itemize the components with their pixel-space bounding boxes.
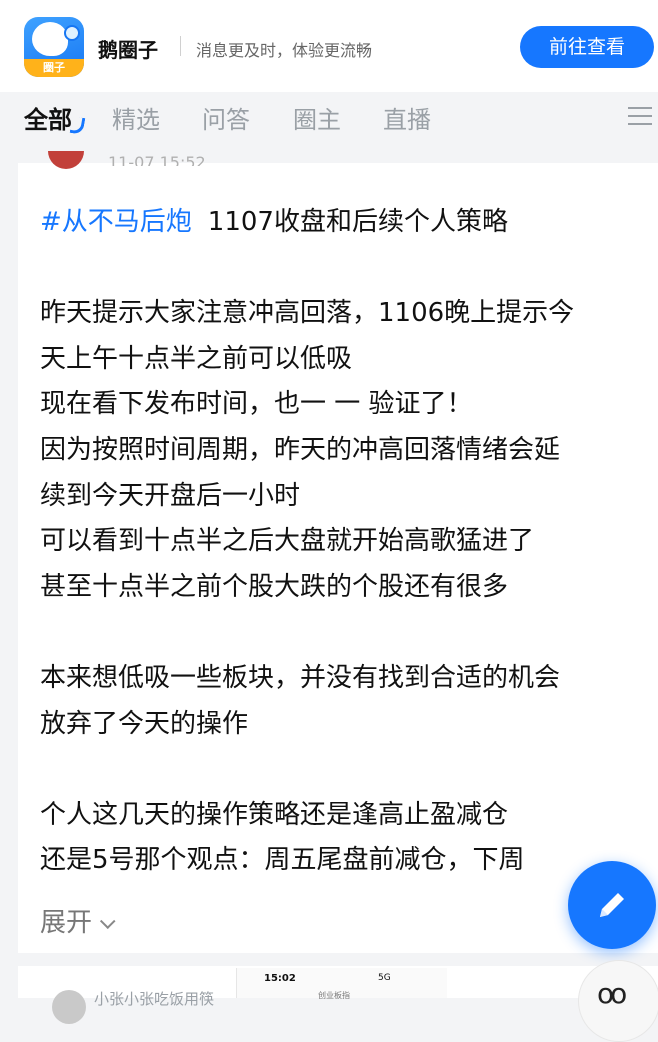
post-timestamp: 11-07 15:52 bbox=[108, 153, 206, 166]
next-author-name[interactable]: 小张小张吃饭用筷 bbox=[94, 988, 214, 1009]
pencil-icon bbox=[600, 893, 624, 917]
divider bbox=[180, 36, 181, 56]
post-title-line: #从不马后炮 1107收盘和后续个人策略 bbox=[40, 200, 650, 246]
expand-button[interactable]: 展开 bbox=[40, 902, 116, 939]
comment-button[interactable]: oo bbox=[578, 960, 658, 1042]
app-name: 鹅圈子 bbox=[98, 38, 158, 62]
post-line: 甚至十点半之前个股大跌的个股还有很多 bbox=[40, 571, 509, 602]
open-app-button[interactable]: 前往查看 bbox=[520, 26, 654, 68]
post-line: 放弃了今天的操作 bbox=[40, 708, 249, 739]
tab-live[interactable]: 直播 bbox=[383, 100, 431, 135]
app-logo-tag: 圈子 bbox=[24, 59, 84, 77]
app-logo-icon[interactable]: 圈子 bbox=[24, 17, 84, 77]
post-line: 续到今天开盘后一小时 bbox=[40, 480, 301, 511]
compose-button[interactable] bbox=[568, 861, 656, 949]
hashtag-link[interactable]: #从不马后炮 bbox=[40, 207, 192, 237]
post-line: 个人这几天的操作策略还是逢高止盈减仓 bbox=[40, 799, 509, 830]
app-slogan: 消息更及时，体验更流畅 bbox=[196, 41, 373, 60]
thumb-app-title: 创业板指 bbox=[318, 991, 350, 1000]
post-line: 可以看到十点半之后大盘就开始高歌猛进了 bbox=[40, 526, 535, 557]
next-author-avatar[interactable] bbox=[52, 990, 86, 1024]
post-line: 本来想低吸一些板块，并没有找到合适的机会 bbox=[40, 662, 561, 693]
post-line: 昨天提示大家注意冲高回落，1106晚上提示今 bbox=[40, 298, 575, 329]
thumb-status: 5G bbox=[378, 973, 391, 983]
post-title: 1107收盘和后续个人策略 bbox=[207, 207, 508, 237]
post-line: 因为按照时间周期，昨天的冲高回落情绪会延 bbox=[40, 434, 561, 465]
thumb-time: 15:02 bbox=[264, 973, 296, 984]
tab-all[interactable]: 全部 bbox=[24, 100, 72, 135]
post-content: #从不马后炮 1107收盘和后续个人策略 昨天提示大家注意冲高回落，1106晚上提… bbox=[40, 200, 650, 884]
comment-icon: oo bbox=[597, 977, 627, 1010]
tab-featured[interactable]: 精选 bbox=[112, 100, 160, 135]
app-download-banner: 圈子 鹅圈子 消息更及时，体验更流畅 前往查看 bbox=[0, 0, 658, 92]
post-line: 还是5号那个观点：周五尾盘前减仓，下周 bbox=[40, 845, 525, 876]
tab-qa[interactable]: 问答 bbox=[202, 100, 250, 135]
post-line: 现在看下发布时间，也一 一 验证了！ bbox=[40, 389, 473, 420]
expand-label: 展开 bbox=[40, 908, 93, 938]
menu-icon[interactable] bbox=[628, 107, 652, 125]
tab-owner[interactable]: 圈主 bbox=[293, 100, 341, 135]
post-line: 天上午十点半之前可以低吸 bbox=[40, 343, 353, 374]
